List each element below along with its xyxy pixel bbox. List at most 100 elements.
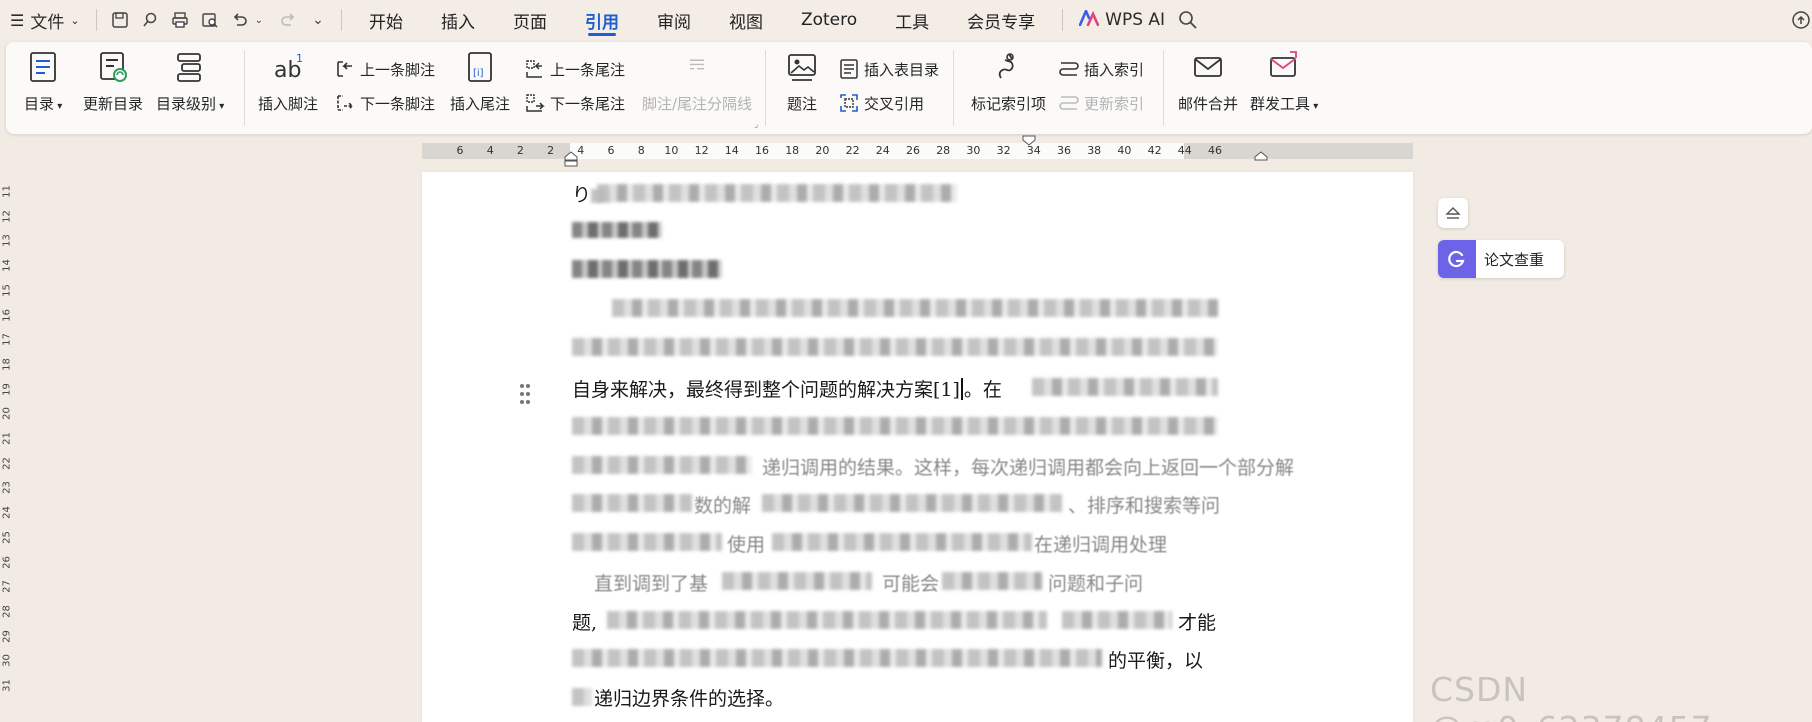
prev-footnote-button[interactable]: 上一条脚注 [334,58,435,80]
vertical-ruler-tick-label: 26 [1,555,13,569]
dialog-launcher-icon[interactable]: ⌟ [754,120,758,130]
ruler-tick-label: 22 [845,144,860,157]
tab-view[interactable]: 视图 [710,0,782,40]
mark-index-icon [998,53,1014,79]
insert-index-icon [1059,62,1079,76]
redacted-text [942,572,1042,590]
wps-ai-label: WPS AI [1105,10,1166,30]
prev-endnote-button[interactable]: 上一条尾注 [524,58,625,80]
ruler-tick-label: 18 [785,144,800,157]
redacted-text [612,299,1218,317]
caption-button[interactable]: 题注 [786,50,818,114]
ruler-tick-label: 36 [1057,144,1071,157]
next-footnote-button[interactable]: 下一条脚注 [334,92,435,114]
tab-page[interactable]: 页面 [494,0,566,40]
redacted-text [1062,611,1172,629]
left-indent-marker-icon[interactable] [564,151,578,167]
search-icon[interactable] [1177,9,1199,31]
ruler-tick-label: 28 [936,144,951,157]
ruler-tick-label: 46 [1208,144,1222,157]
plagiarism-check-icon [1438,240,1476,278]
print-preview-icon[interactable] [199,9,221,31]
cloud-upload-icon[interactable] [1790,9,1812,31]
tab-home[interactable]: 开始 [350,0,422,40]
redacted-text [572,688,592,706]
plagiarism-check-button[interactable]: 论文查重 [1438,240,1564,278]
redacted-text [762,494,1062,512]
redacted-text [607,611,1047,629]
partial-text: 可能会 [882,573,940,595]
redacted-text [572,494,692,512]
redacted-text [572,649,1102,667]
wps-ai-icon [1078,7,1100,31]
vertical-ruler-tick-label: 31 [1,679,13,692]
document-page[interactable]: り 自身来解决，最终得到整个问题的解决方案[1] 。在 递归调用的结果。这样，每次… [422,172,1413,722]
right-indent-marker-icon[interactable] [1254,151,1268,161]
more-chevron-icon[interactable]: ⌄ [307,9,329,31]
collapse-panel-button[interactable] [1438,198,1468,228]
insert-table-of-figures-label: 插入表目录 [864,60,940,79]
file-menu[interactable]: ☰ 文件 ⌄ [0,0,88,40]
toc-level-button[interactable]: 目录级别 ▾ [156,50,224,114]
chevron-down-icon: ▾ [54,101,63,112]
caption-icon [788,54,816,81]
first-line-indent-marker-icon[interactable] [1022,135,1036,147]
insert-endnote-button[interactable]: [i] 插入尾注 [450,50,510,114]
note-separator-button[interactable]: 脚注/尾注分隔线 [642,56,752,114]
text-before-cursor: 自身来解决，最终得到整个问题的解决方案[1] [572,379,960,401]
insert-footnote-button[interactable]: ab 1 插入脚注 [258,50,318,114]
tab-zotero[interactable]: Zotero [782,0,876,40]
redo-icon[interactable] [277,9,299,31]
partial-text: 直到调到了基 [594,573,709,595]
next-endnote-button[interactable]: 下一条尾注 [524,92,625,114]
toc-button[interactable]: 目录 ▾ [24,50,62,114]
vertical-ruler-tick-label: 30 [1,654,13,668]
update-toc-button[interactable]: 更新目录 [83,50,143,114]
insert-endnote-label: 插入尾注 [450,95,511,113]
vertical-ruler-tick-label: 25 [1,530,13,544]
tab-review[interactable]: 审阅 [638,0,710,40]
format-painter-icon[interactable] [139,9,161,31]
ruler-tick-label: 2 [516,144,524,157]
next-endnote-icon [526,94,545,112]
insert-footnote-label: 插入脚注 [258,95,319,113]
divider [765,50,766,126]
update-index-button[interactable]: 更新索引 [1058,92,1144,114]
vertical-ruler-tick-label: 18 [1,358,13,371]
redacted-text [572,533,722,551]
tab-insert[interactable]: 插入 [422,0,494,40]
ruler-tick-label: 12 [694,144,709,157]
mail-merge-button[interactable]: 邮件合并 [1178,50,1238,114]
tab-membership[interactable]: 会员专享 [948,0,1054,40]
footnote-icon: ab1 [274,52,303,83]
horizontal-ruler[interactable]: 6 4 2 2 4 6 8 10 12 14 16 18 20 22 24 26 28 30 32 34 36 38 40 4… [422,135,1413,167]
partial-text: 问题和子问 [1048,573,1144,595]
cross-reference-button[interactable]: 交叉引用 [838,92,924,114]
ruler-tick-label: 2 [547,144,555,157]
redacted-text [572,456,752,474]
mark-index-entry-button[interactable]: 标记索引项 [971,50,1046,114]
tab-references[interactable]: 引用 [566,0,638,40]
endnote-icon: [i] [468,52,492,82]
insert-index-button[interactable]: 插入索引 [1058,58,1144,80]
cross-reference-label: 交叉引用 [864,94,925,113]
partial-text: 在递归调用处理 [1034,534,1168,556]
ruler-tick-label: 14 [724,144,739,157]
wps-ai-button[interactable]: WPS AI [1071,0,1173,40]
insert-table-of-figures-button[interactable]: 插入表目录 [838,58,939,80]
vertical-ruler-tick-label: 16 [1,308,13,322]
drag-handle-icon[interactable] [519,383,531,405]
tab-tools[interactable]: 工具 [876,0,948,40]
mark-index-entry-label: 标记索引项 [971,95,1047,113]
insert-index-label: 插入索引 [1084,60,1145,79]
next-footnote-label: 下一条脚注 [360,94,436,113]
bulk-send-tools-button[interactable]: 群发工具 ▾ [1250,50,1318,114]
hamburger-icon: ☰ [10,10,25,30]
undo-dropdown-icon[interactable]: ⌄ [255,15,263,26]
vertical-ruler[interactable]: 11 12 13 14 15 16 17 18 19 20 21 22 23 24 25 26 27 28 29 30… [0,170,14,722]
save-icon[interactable] [109,9,131,31]
divider [244,50,245,126]
print-icon[interactable] [169,9,191,31]
ruler-tick-label: 10 [664,144,679,157]
undo-icon[interactable] [229,9,251,31]
